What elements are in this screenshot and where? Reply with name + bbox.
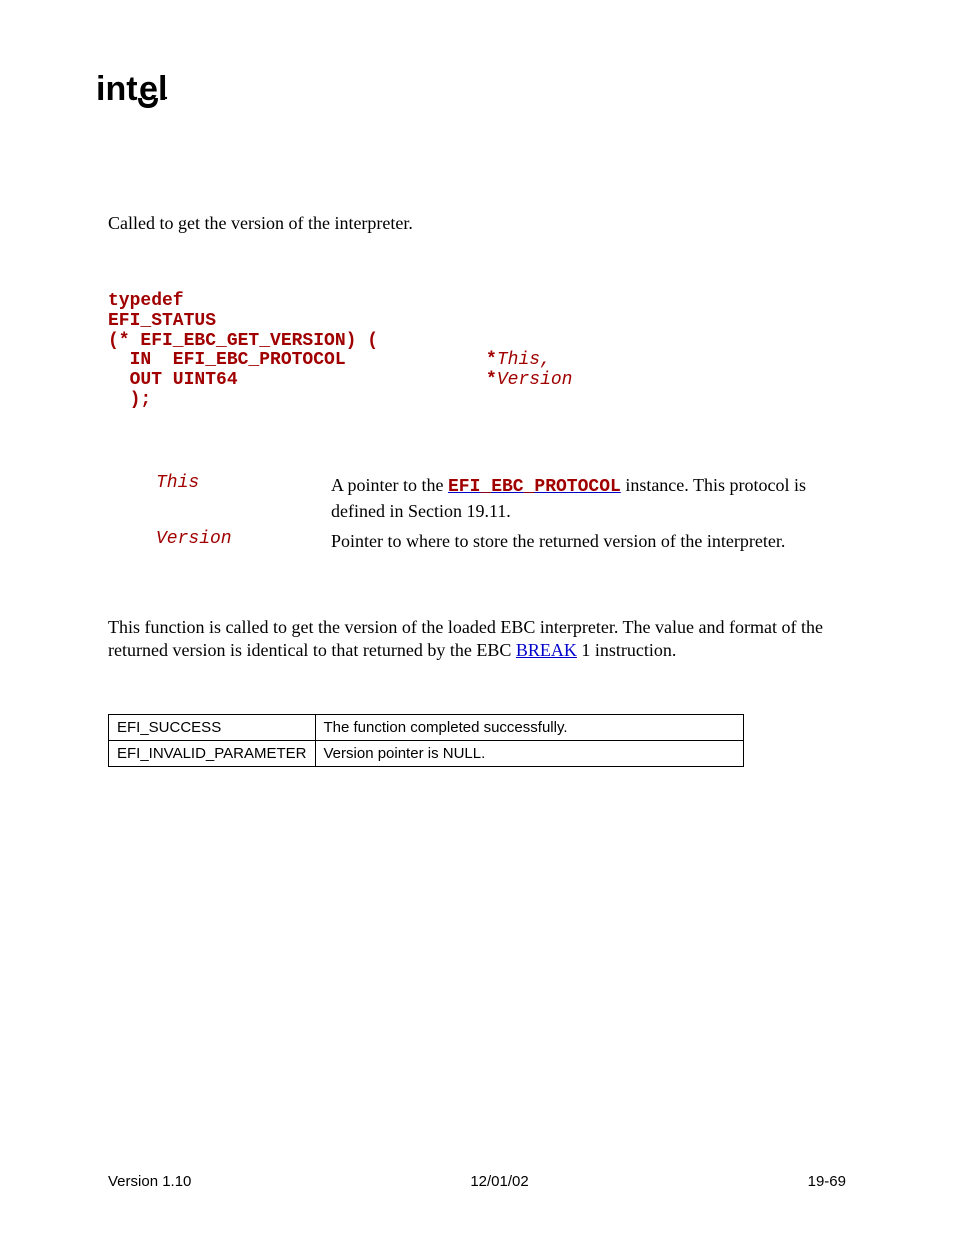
param-desc: Pointer to where to store the returned v… bbox=[331, 529, 785, 553]
svg-text:l: l bbox=[158, 70, 167, 108]
status-codes-table: EFI_SUCCESS The function completed succe… bbox=[108, 714, 744, 767]
proto-param-this: This, bbox=[497, 350, 551, 370]
inline-code-link[interactable]: EFI_EBC_PROTOCOL bbox=[448, 477, 621, 497]
desc-pre: This function is called to get the versi… bbox=[108, 617, 823, 660]
status-code: EFI_SUCCESS bbox=[109, 715, 316, 741]
footer-version: Version 1.10 bbox=[108, 1173, 191, 1190]
param-desc-pre: A pointer to the bbox=[331, 475, 448, 495]
status-desc: The function completed successfully. bbox=[315, 715, 744, 741]
param-name: This bbox=[108, 473, 331, 524]
prototype-code: typedef EFI_STATUS (* EFI_EBC_GET_VERSIO… bbox=[108, 292, 846, 411]
param-desc-pre: Pointer to where to store the returned v… bbox=[331, 531, 785, 551]
proto-line-1: typedef bbox=[108, 291, 184, 311]
svg-text:int: int bbox=[96, 70, 138, 108]
param-desc: A pointer to the EFI_EBC_PROTOCOL instan… bbox=[331, 473, 846, 524]
desc-post: 1 instruction. bbox=[577, 640, 677, 660]
param-row: This A pointer to the EFI_EBC_PROTOCOL i… bbox=[108, 473, 846, 524]
proto-line-3: (* EFI_EBC_GET_VERSION) ( bbox=[108, 331, 378, 351]
proto-param-version: Version bbox=[497, 370, 573, 390]
table-row: EFI_SUCCESS The function completed succe… bbox=[109, 715, 744, 741]
description-text: This function is called to get the versi… bbox=[108, 616, 846, 663]
break-link[interactable]: BREAK bbox=[516, 640, 577, 660]
proto-line-5a: OUT UINT64 * bbox=[108, 370, 497, 390]
table-row: EFI_INVALID_PARAMETER Version pointer is… bbox=[109, 741, 744, 767]
page: int e l Called to get the version of the… bbox=[0, 0, 954, 1235]
proto-line-6: ); bbox=[108, 390, 151, 410]
parameters-block: This A pointer to the EFI_EBC_PROTOCOL i… bbox=[108, 473, 846, 554]
intel-logo: int e l bbox=[96, 70, 846, 113]
status-desc: Version pointer is NULL. bbox=[315, 741, 744, 767]
footer-page-number: 19-69 bbox=[808, 1173, 846, 1190]
param-row: Version Pointer to where to store the re… bbox=[108, 529, 846, 553]
proto-line-4a: IN EFI_EBC_PROTOCOL * bbox=[108, 350, 497, 370]
param-name: Version bbox=[108, 529, 331, 553]
proto-line-2: EFI_STATUS bbox=[108, 311, 216, 331]
status-code: EFI_INVALID_PARAMETER bbox=[109, 741, 316, 767]
page-footer: Version 1.10 12/01/02 19-69 bbox=[108, 1173, 846, 1190]
summary-text: Called to get the version of the interpr… bbox=[108, 213, 846, 234]
footer-date: 12/01/02 bbox=[470, 1173, 528, 1190]
